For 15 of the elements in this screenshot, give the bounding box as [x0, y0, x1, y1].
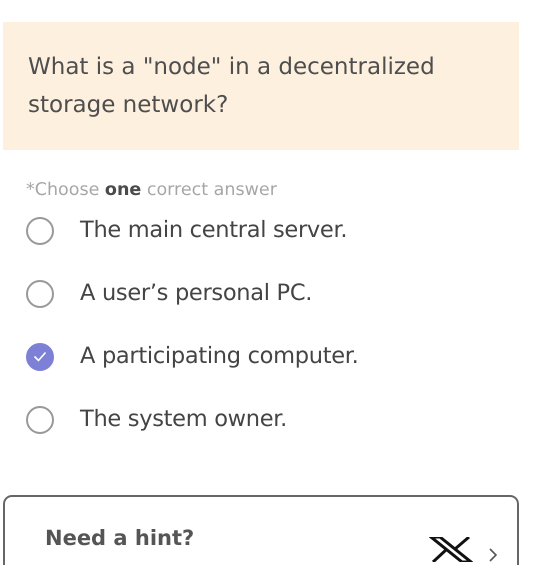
hint-card[interactable]: Need a hint?	[3, 495, 519, 565]
hint-label: Need a hint?	[45, 525, 194, 552]
check-icon	[33, 351, 47, 362]
question-text: What is a "node" in a decentralized storage network?	[28, 53, 436, 120]
instruction-text: *Choose one correct answer	[26, 179, 278, 202]
answer-option[interactable]: The system owner.	[26, 400, 539, 440]
radio-button[interactable]	[26, 342, 54, 371]
answer-option[interactable]: A participating computer.	[26, 337, 539, 376]
answer-option[interactable]: The main central server.	[26, 211, 539, 250]
radio-button[interactable]	[26, 406, 54, 434]
answer-option[interactable]: A user’s personal PC.	[26, 274, 539, 314]
radio-button[interactable]	[26, 280, 54, 308]
x-icon	[429, 537, 473, 562]
chevron-icon	[489, 548, 497, 562]
radio-button[interactable]	[26, 216, 54, 245]
